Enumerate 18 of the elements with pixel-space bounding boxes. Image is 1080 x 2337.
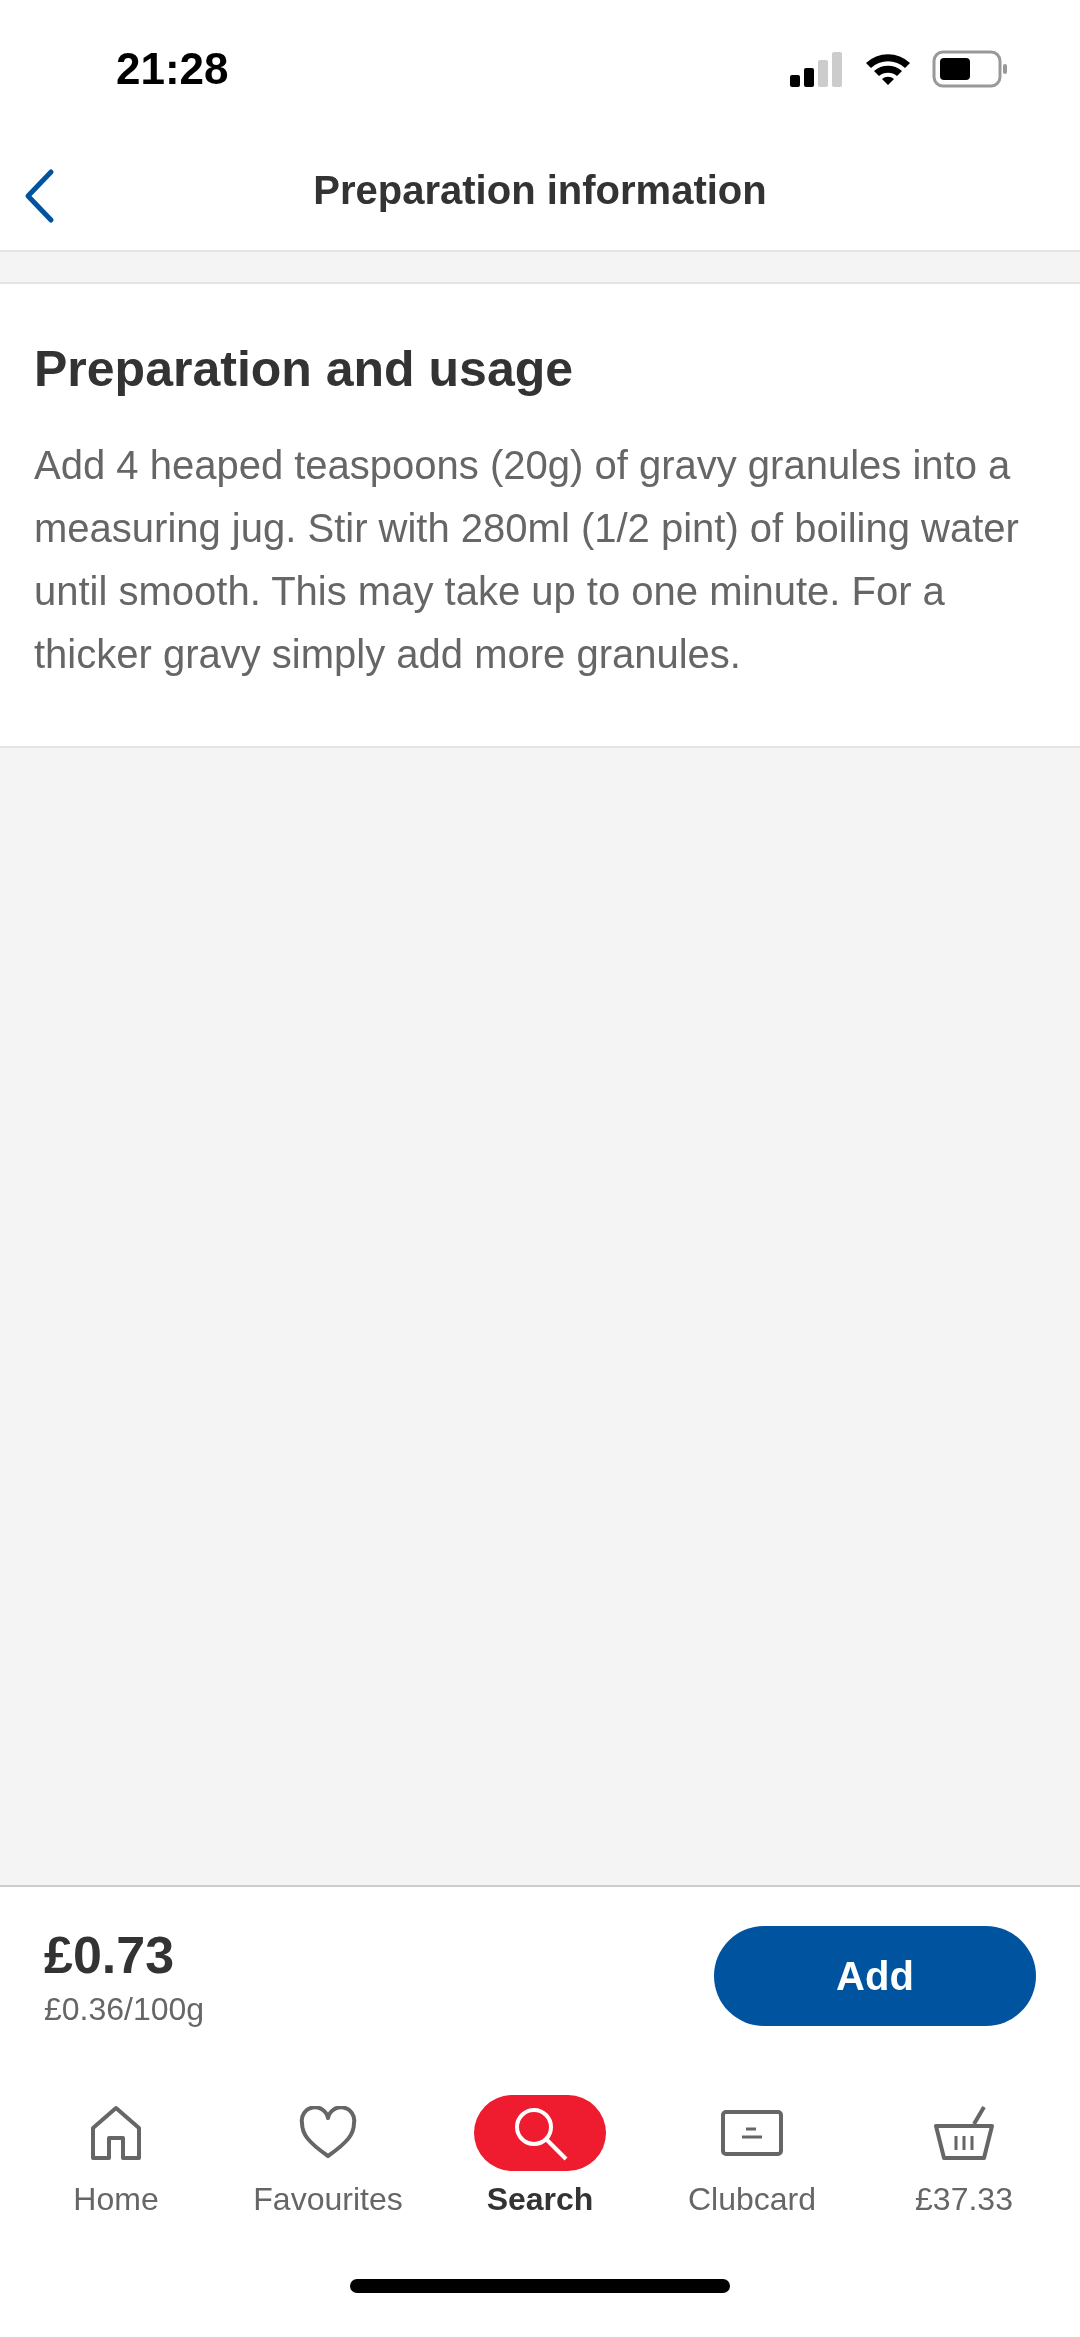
basket-icon	[932, 2104, 996, 2162]
unit-price: £0.36/100g	[44, 1990, 205, 2028]
tab-bar-item[interactable]: Favourites	[228, 2095, 428, 2235]
preparation-text: Add 4 heaped teaspoons (20g) of gravy granules into a measuring jug. Stir with 280ml (1/2 pint) of boiling water until smooth. This may take up to one minute. For a thicker gravy simply add more granules.	[34, 442, 1020, 678]
tab-bar-item[interactable]: Clubcard	[652, 2095, 852, 2235]
battery-icon	[932, 50, 1008, 88]
tab-bar-item[interactable]: Home	[16, 2095, 216, 2235]
card-icon	[720, 2109, 784, 2157]
add-button[interactable]: Add	[714, 1926, 1036, 2026]
tab-bar-item[interactable]: £37.33	[864, 2095, 1064, 2235]
heart-icon	[298, 2106, 358, 2160]
wifi-icon	[864, 51, 912, 87]
signal-icon	[790, 51, 844, 87]
page-title: Preparation information	[313, 167, 767, 213]
section-heading: Preparation and usage	[34, 340, 575, 398]
status-time: 21:28	[116, 43, 229, 94]
tab-bar-item[interactable]: Search	[440, 2095, 640, 2235]
price: £0.73	[44, 1924, 176, 1985]
